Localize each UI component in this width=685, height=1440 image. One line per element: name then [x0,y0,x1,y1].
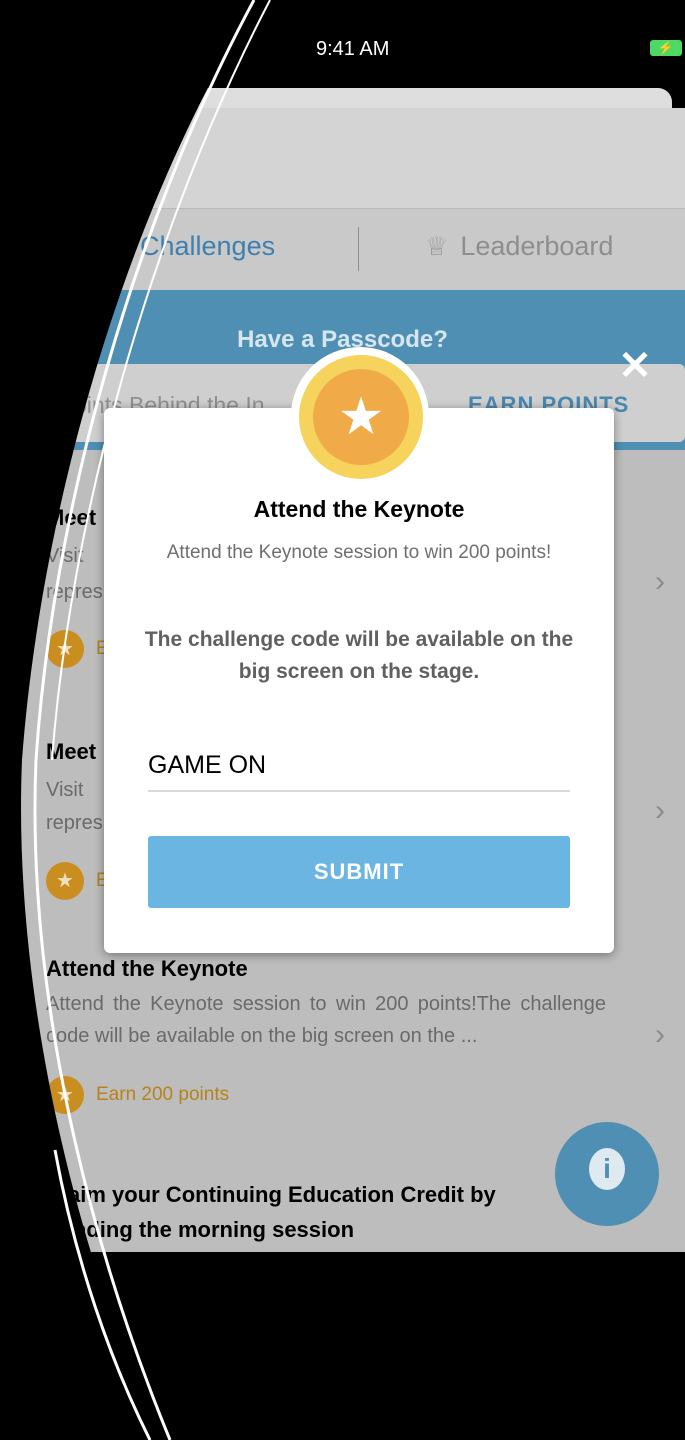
star-icon [46,630,84,668]
row-title-line2: ttending the morning session [46,1217,355,1242]
tab-bar: Challenges ♕ Leaderboard [0,208,685,291]
app-header [0,108,685,208]
row-title: Meet [46,505,97,530]
row-desc: Attend the Keynote session to win 200 po… [46,993,606,1047]
info-button[interactable]: i [555,1122,659,1226]
tab-leaderboard[interactable]: ♕ Leaderboard [425,231,613,262]
challenge-code-input[interactable] [148,740,570,792]
modal-note: The challenge code will be available on … [144,628,574,683]
trophy-icon: ♕ [425,231,449,261]
challenge-modal: Attend the Keynote Attend the Keynote se… [104,408,614,953]
row-title: Meet [46,739,97,764]
star-icon [46,1076,84,1114]
status-time: 9:41 AM [316,38,390,60]
chevron-right-icon: › [655,794,665,827]
submit-button[interactable]: SUBMIT [148,836,570,908]
chevron-right-icon: › [655,565,665,598]
battery-icon: ⚡ [650,40,682,56]
star-icon [46,862,84,900]
star-icon: ★ [337,388,385,446]
chevron-right-icon: › [655,1018,665,1051]
row-title-line1: Claim your Continuing Education Credit b… [46,1182,496,1207]
tab-divider [358,227,359,271]
star-badge-icon: ★ [313,369,409,465]
row-title: Attend the Keynote [46,956,248,981]
info-icon: i [589,1148,625,1190]
list-item[interactable]: Attend the Keynote Attend the Keynote se… [0,922,685,1153]
close-icon[interactable]: ✕ [615,346,655,386]
tab-challenges[interactable]: Challenges [140,231,275,262]
phone-screen: Challenges ♕ Leaderboard Have a Passcode?… [0,0,685,1252]
earn-label: Earn 200 points [96,1084,230,1105]
modal-description: Attend the Keynote session to win 200 po… [166,542,552,563]
modal-title: Attend the Keynote [253,496,465,522]
tab-leaderboard-label: Leaderboard [460,231,614,261]
